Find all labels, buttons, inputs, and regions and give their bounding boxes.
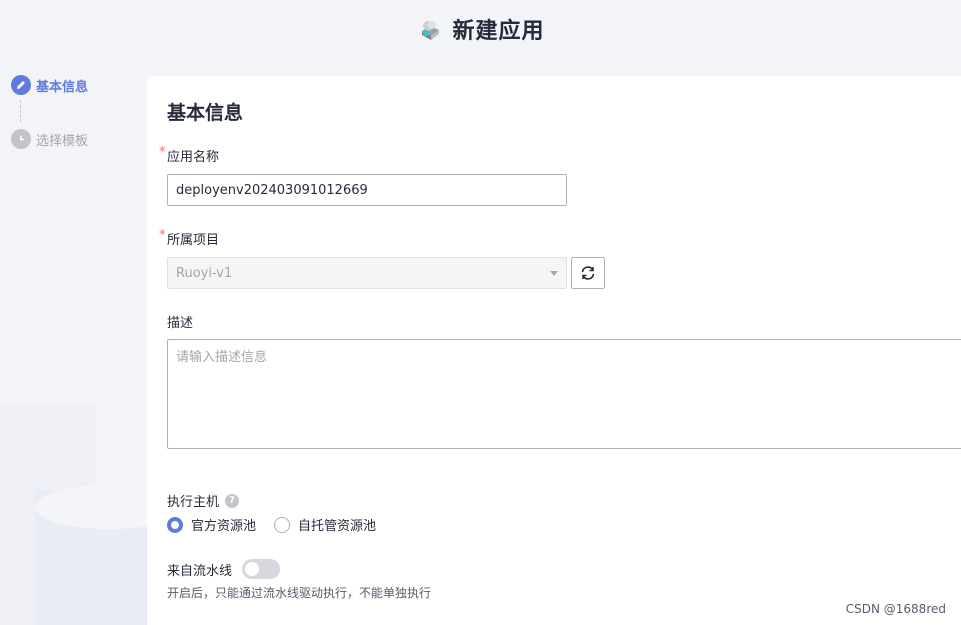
radio-unchecked-icon [274,516,291,533]
clock-icon [11,129,31,149]
step-navigation: 基本信息 选择模板 [11,74,88,150]
required-mark: * [159,145,166,160]
background-decoration [0,405,150,625]
radio-self-hosted-pool[interactable]: 自托管资源池 [274,515,376,534]
project-value: Ruoyi-v1 [176,265,233,281]
pipeline-toggle[interactable] [242,559,281,579]
radio-official-pool[interactable]: 官方资源池 [167,515,256,534]
watermark: CSDN @1688red [845,602,946,616]
refresh-icon [581,266,595,280]
app-name-value: deployenv202403091012669 [176,182,368,198]
step-connector [20,100,21,122]
step-label: 基本信息 [36,79,89,95]
pipeline-hint: 开启后，只能通过流水线驱动执行，不能单独执行 [167,586,432,600]
project-label-text: 所属项目 [167,233,220,248]
app-name-label: * 应用名称 [159,145,220,165]
description-textarea[interactable]: 请输入描述信息 [167,339,961,449]
section-title: 基本信息 [167,102,244,124]
cloud-app-icon [422,21,440,40]
description-label: 描述 [167,312,193,331]
app-name-input[interactable]: deployenv202403091012669 [167,174,567,206]
toggle-knob [245,562,260,576]
chevron-down-icon [550,270,558,276]
pipeline-label: 来自流水线 [167,559,281,579]
app-name-label-text: 应用名称 [167,150,220,165]
help-icon[interactable]: ? [225,493,240,508]
refresh-button[interactable] [571,257,605,289]
host-label-text: 执行主机 [167,495,220,510]
description-label-text: 描述 [167,316,194,331]
project-select[interactable]: Ruoyi-v1 [167,257,567,289]
radio-label: 官方资源池 [191,519,257,534]
radio-label: 自托管资源池 [298,519,377,534]
page-title: 新建应用 [452,19,545,44]
page-header: 新建应用 [0,0,961,58]
pipeline-label-text: 来自流水线 [167,563,233,579]
host-radio-group: 官方资源池 自托管资源池 [167,515,376,534]
form-card: 基本信息 * 应用名称 deployenv202403091012669 * 所… [147,76,961,625]
step-select-template[interactable]: 选择模板 [11,128,88,150]
step-basic-info[interactable]: 基本信息 [11,74,88,96]
radio-checked-icon [167,516,183,533]
step-label: 选择模板 [36,133,89,149]
required-mark: * [159,228,166,243]
description-placeholder: 请输入描述信息 [176,350,268,365]
host-label: 执行主机 ? [167,491,240,510]
pencil-icon [11,75,31,95]
project-label: * 所属项目 [159,228,220,248]
